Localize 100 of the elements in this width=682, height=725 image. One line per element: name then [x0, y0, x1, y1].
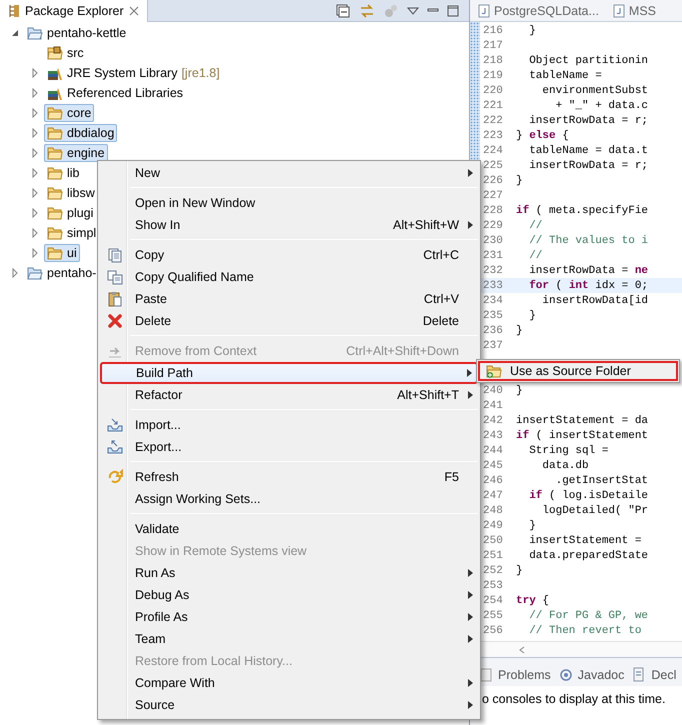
submenu-arrow-icon — [468, 591, 472, 599]
tree-item[interactable]: core — [44, 104, 94, 122]
code-line: } — [516, 384, 523, 396]
tree-item[interactable]: pentaho- — [24, 264, 100, 282]
line-number: 221 — [482, 100, 504, 112]
line-number: 242 — [482, 414, 504, 426]
tree-item[interactable]: ui — [44, 244, 80, 262]
menu-item[interactable]: Assign Working Sets... — [100, 488, 478, 510]
code-line: } — [516, 564, 523, 576]
tree-item[interactable]: plugi — [44, 204, 96, 222]
link-arrows-icon — [359, 2, 375, 18]
menu-item[interactable]: Refactor Alt+Shift+T — [100, 384, 478, 406]
menu-item[interactable]: Profile As — [100, 606, 478, 628]
tree-item[interactable]: pentaho-kettle — [24, 24, 130, 42]
expand-arrow-icon[interactable] — [30, 248, 40, 258]
expand-arrow-icon[interactable] — [10, 268, 20, 278]
folder-icon — [47, 165, 63, 181]
submenu-arrow-icon — [468, 569, 472, 577]
code-line: if ( meta.specifyFie — [516, 204, 648, 216]
code-line: for ( int idx = 0; — [528, 280, 648, 292]
code-line: insertRowData = r; — [528, 160, 648, 172]
tree-item[interactable]: libsw — [44, 184, 98, 202]
menu-item[interactable]: Team — [100, 628, 478, 650]
expand-arrow-icon[interactable] — [30, 228, 40, 238]
code-line: if ( insertStatement — [516, 430, 648, 442]
console-tab[interactable]: Decl — [631, 667, 676, 683]
submenu-arrow-icon — [468, 679, 472, 687]
editor-tab[interactable]: MSS — [612, 4, 656, 18]
open-folder-icon — [27, 25, 43, 41]
expand-arrow-icon[interactable] — [30, 168, 40, 178]
menu-item[interactable]: Import... — [100, 414, 478, 436]
menu-item[interactable]: Build Path — [100, 362, 478, 384]
code-line: } — [528, 520, 536, 532]
tree-item[interactable]: JRE System Library [jre1.8] — [44, 64, 223, 82]
scroll-left-icon — [518, 646, 526, 654]
line-number: 233 — [482, 280, 504, 292]
line-number: 240 — [482, 384, 504, 396]
submenu-arrow-icon — [468, 169, 472, 177]
menu-item[interactable]: Show In Alt+Shift+W — [100, 214, 478, 236]
code-line: tableName = data.t — [528, 144, 648, 156]
copy-icon — [107, 269, 123, 285]
expand-arrow-icon[interactable] — [30, 128, 40, 138]
line-number: 217 — [482, 40, 504, 52]
collapse-all-icon — [335, 2, 351, 18]
add-folder-icon — [486, 363, 502, 379]
close-icon — [128, 6, 139, 16]
code-line: data.preparedState — [528, 550, 648, 562]
java-file-icon — [612, 4, 625, 18]
menu-item[interactable]: Delete Delete — [100, 310, 478, 332]
editor-tab[interactable]: PostgreSQLData... — [478, 4, 599, 18]
tree-item[interactable]: src — [44, 44, 87, 62]
submenu-arrow-icon — [468, 221, 472, 229]
menu-item[interactable]: Compare With — [100, 672, 478, 694]
menu-item[interactable]: Copy Qualified Name — [100, 266, 478, 288]
menu-item[interactable]: Refresh F5 — [100, 466, 478, 488]
console-tab[interactable]: Problems — [478, 667, 551, 683]
code-line: try { — [516, 594, 550, 606]
line-number: 237 — [482, 340, 504, 352]
code-line: // — [528, 250, 542, 262]
console-tab[interactable]: Javadoc — [558, 667, 624, 683]
line-number: 228 — [482, 204, 504, 216]
menu-item[interactable]: Export... — [100, 436, 478, 458]
folder-icon — [47, 145, 63, 161]
menu-item[interactable]: Use as Source Folder — [478, 361, 678, 381]
tree-item[interactable]: dbdialog — [44, 124, 118, 142]
expand-arrow-icon[interactable] — [30, 188, 40, 198]
menu-item[interactable]: Debug As — [100, 584, 478, 606]
tree-item[interactable]: engine — [44, 144, 108, 162]
console-message: o consoles to display at this time. — [481, 691, 666, 706]
line-number: 253 — [482, 580, 504, 592]
expand-arrow-icon[interactable] — [30, 148, 40, 158]
expand-arrow-icon[interactable] — [30, 68, 40, 78]
menu-item[interactable]: Copy Ctrl+C — [100, 244, 478, 266]
tree-item[interactable]: simpl — [44, 224, 100, 242]
line-number: 226 — [482, 174, 504, 186]
expand-arrow-icon[interactable] — [30, 88, 40, 98]
folder-icon — [47, 205, 63, 221]
line-number: 223 — [482, 130, 504, 142]
folder-icon — [47, 225, 63, 241]
code-line: if ( log.isDetaile — [528, 490, 648, 502]
menu-item[interactable]: Run As — [100, 562, 478, 584]
menu-item[interactable]: Source — [100, 694, 478, 716]
tree-item[interactable]: Referenced Libraries — [44, 84, 186, 102]
collapse-arrow-icon[interactable] — [10, 28, 20, 38]
expand-arrow-icon[interactable] — [30, 208, 40, 218]
line-number: 231 — [482, 250, 504, 262]
menu-item[interactable]: Validate — [100, 518, 478, 540]
package-explorer-icon — [8, 4, 20, 18]
expand-arrow-icon[interactable] — [30, 108, 40, 118]
folder-icon — [47, 185, 63, 201]
submenu-arrow-icon — [468, 701, 472, 709]
folder-icon — [47, 245, 63, 261]
refresh-icon — [107, 469, 123, 485]
code-line: // — [528, 220, 542, 232]
menu-item[interactable]: Open in New Window — [100, 192, 478, 214]
menu-item[interactable]: Paste Ctrl+V — [100, 288, 478, 310]
code-line: String sql = — [528, 444, 608, 456]
code-line: data.db — [541, 460, 589, 472]
menu-item[interactable]: New — [100, 162, 478, 184]
tree-item[interactable]: lib — [44, 164, 83, 182]
